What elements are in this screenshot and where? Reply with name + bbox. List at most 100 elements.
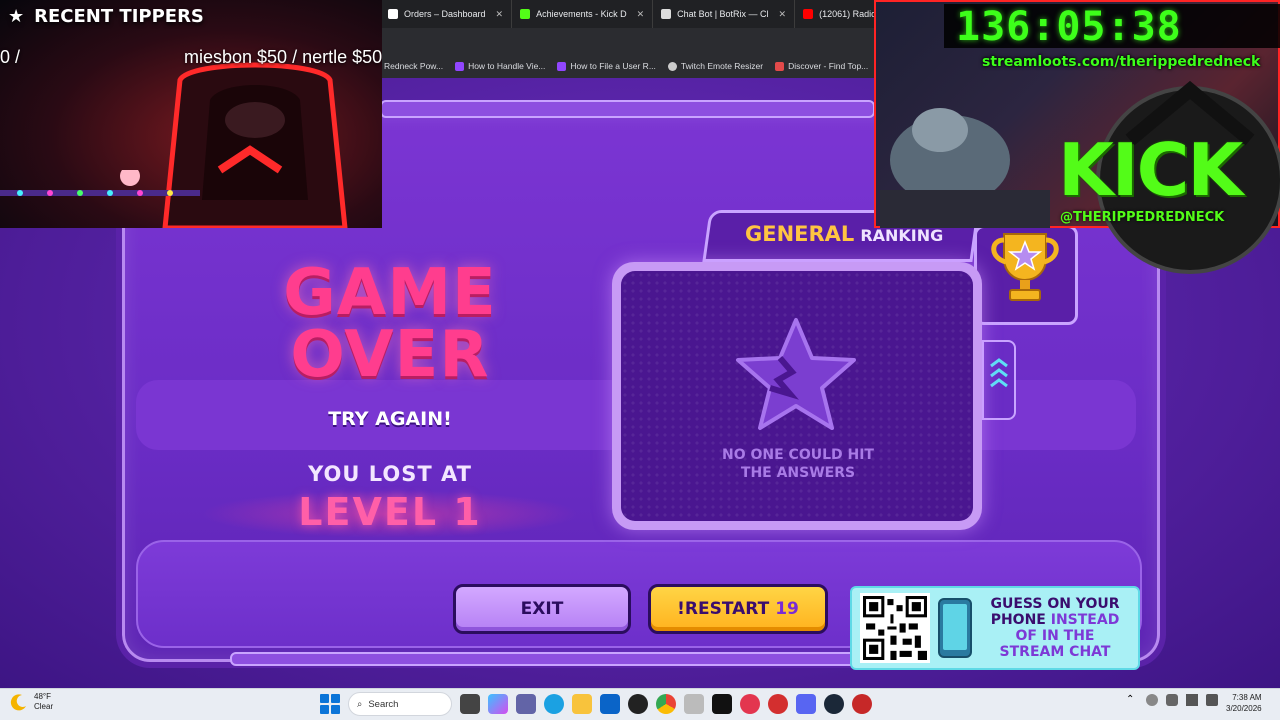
- bookmarks-bar: Redneck Pow... How to Handle Vie... How …: [380, 54, 876, 78]
- led-strip-image: [0, 170, 200, 196]
- obs-icon[interactable]: [628, 694, 648, 714]
- bookmark-item[interactable]: Discover - Find Top...: [775, 61, 868, 71]
- microphone-icon[interactable]: [1166, 694, 1178, 706]
- file-explorer-icon[interactable]: [572, 694, 592, 714]
- browser-tab-botrix[interactable]: Chat Bot | BotRix — Cl ✕: [653, 0, 796, 28]
- discover-favicon-icon: [775, 61, 785, 71]
- star-icon: ★: [8, 6, 25, 27]
- browser-tab-strip: Orders – Dashboard ✕ Achievements - Kick…: [380, 0, 876, 28]
- terminal-icon[interactable]: [712, 694, 732, 714]
- promo-instead: INSTEAD: [1050, 612, 1120, 628]
- browser-tab-radio[interactable]: (12061) Radio 90s: [795, 0, 876, 28]
- exit-button[interactable]: EXIT: [453, 584, 631, 634]
- twitch-favicon-icon: [455, 61, 465, 71]
- app-icon[interactable]: [740, 694, 760, 714]
- outlook-icon[interactable]: [600, 694, 620, 714]
- restart-button[interactable]: !RESTART 19: [648, 584, 828, 634]
- app-icon[interactable]: [768, 694, 788, 714]
- promo-phone: PHONE: [990, 612, 1046, 628]
- no-answers-message: NO ONE COULD HIT THE ANSWERS: [690, 446, 906, 482]
- browser-tab-label: Chat Bot | BotRix — Cl: [677, 9, 769, 19]
- ticker-text-right: miesbon $50 / nertle $50: [184, 47, 382, 67]
- bookmark-item[interactable]: Twitch Emote Resizer: [667, 61, 764, 71]
- close-icon[interactable]: ✕: [637, 9, 645, 20]
- bookmark-label: Discover - Find Top...: [788, 61, 869, 71]
- weather-temp: 48°F: [34, 692, 51, 701]
- bookmark-item[interactable]: How to Handle Vie...: [455, 61, 545, 71]
- network-icon[interactable]: [1146, 694, 1158, 706]
- edge-icon[interactable]: [544, 694, 564, 714]
- exit-button-label: EXIT: [520, 599, 564, 619]
- clock-time: 7:38 AM: [1232, 693, 1262, 702]
- frame-top-rail: [380, 100, 875, 118]
- ranking-label: RANKING: [860, 226, 944, 245]
- kick-handle: @THERIPPEDREDNECK: [1060, 210, 1225, 225]
- phone-promo-text: GUESS ON YOUR PHONE INSTEAD OF IN THE ST…: [980, 596, 1130, 660]
- discord-icon[interactable]: [796, 694, 816, 714]
- restart-button-label: !RESTART: [677, 599, 770, 619]
- browser-tab-label: Orders – Dashboard: [404, 9, 486, 19]
- youtube-favicon-icon: [803, 9, 814, 19]
- weather-desc: Clear: [34, 702, 54, 711]
- weather-text: 48°F Clear: [34, 692, 53, 712]
- level-value: LEVEL 1: [298, 490, 482, 534]
- browser-tab-orders[interactable]: Orders – Dashboard ✕: [380, 0, 513, 28]
- bookmark-item[interactable]: How to File a User R...: [557, 61, 656, 71]
- bookmark-label: How to Handle Vie...: [468, 61, 546, 71]
- orders-favicon-icon: [388, 9, 398, 19]
- recent-tippers-header: ★ RECENT TIPPERS: [8, 6, 204, 27]
- browser-address-bar: [380, 28, 876, 54]
- kick-favicon-icon: [520, 9, 531, 19]
- twitch-favicon-icon: [557, 61, 567, 71]
- streamer-image: [880, 108, 1050, 228]
- recent-tippers-title: RECENT TIPPERS: [34, 6, 204, 27]
- bookmark-label: Redneck Pow...: [384, 61, 444, 71]
- start-button[interactable]: [320, 694, 340, 714]
- system-tray: ⌃: [1126, 694, 1218, 706]
- browser-tab-label: Achievements - Kick D: [536, 9, 627, 19]
- chevron-up-icon: [990, 358, 1008, 388]
- promo-line: GUESS ON YOUR: [990, 596, 1120, 612]
- steam-icon[interactable]: [824, 694, 844, 714]
- search-placeholder: Search: [368, 698, 399, 710]
- task-view-icon[interactable]: [460, 694, 480, 714]
- botrix-favicon-icon: [661, 9, 672, 19]
- resizer-favicon-icon: [667, 61, 677, 71]
- promo-line: STREAM CHAT: [999, 644, 1111, 660]
- ticker-text-left: 0 /: [0, 47, 21, 67]
- taskbar-apps: ⌕ Search: [320, 692, 872, 716]
- bookmark-item[interactable]: Redneck Pow...: [384, 61, 443, 71]
- chevron-up-icon[interactable]: ⌃: [1126, 694, 1138, 706]
- weather-widget[interactable]: 48°F Clear: [10, 692, 53, 712]
- moon-icon: [10, 694, 26, 711]
- game-over-title: GAME OVER: [283, 256, 497, 392]
- copilot-icon[interactable]: [488, 694, 508, 714]
- search-icon: ⌕: [357, 698, 363, 710]
- close-icon[interactable]: ✕: [779, 9, 787, 20]
- phone-promo-card: GUESS ON YOUR PHONE INSTEAD OF IN THE ST…: [850, 586, 1140, 670]
- record-icon[interactable]: [852, 694, 872, 714]
- app-icon[interactable]: [684, 694, 704, 714]
- bookmark-label: How to File a User R...: [570, 61, 656, 71]
- display-icon[interactable]: [1186, 694, 1198, 706]
- volume-icon[interactable]: [1206, 694, 1218, 706]
- clock-date: 3/20/2026: [1226, 704, 1262, 713]
- teams-icon[interactable]: [516, 694, 536, 714]
- restart-count: 19: [775, 599, 799, 619]
- lost-at-label: YOU LOST AT: [308, 462, 472, 486]
- browser-tab-achievements[interactable]: Achievements - Kick D ✕: [512, 0, 654, 28]
- taskbar-clock[interactable]: 7:38 AM 3/20/2026: [1226, 692, 1262, 714]
- close-icon[interactable]: ✕: [496, 9, 504, 20]
- no-answers-line: THE ANSWERS: [740, 465, 856, 481]
- bookmark-label: Twitch Emote Resizer: [680, 61, 764, 71]
- qr-code-icon: [860, 593, 930, 663]
- ranking-general-label: GENERAL: [745, 222, 855, 246]
- browser-tab-label: (12061) Radio 90s: [819, 9, 876, 19]
- promo-line: PHONE INSTEAD: [980, 612, 1130, 628]
- tipper-ticker: 0 / miesbon $50 / nertle $50: [0, 44, 382, 72]
- no-answers-line: NO ONE COULD HIT: [722, 447, 874, 463]
- chrome-icon[interactable]: [656, 694, 676, 714]
- subathon-timer: 136:05:38: [956, 4, 1182, 50]
- trophy-icon: [991, 233, 1059, 301]
- taskbar-search[interactable]: ⌕ Search: [348, 692, 452, 716]
